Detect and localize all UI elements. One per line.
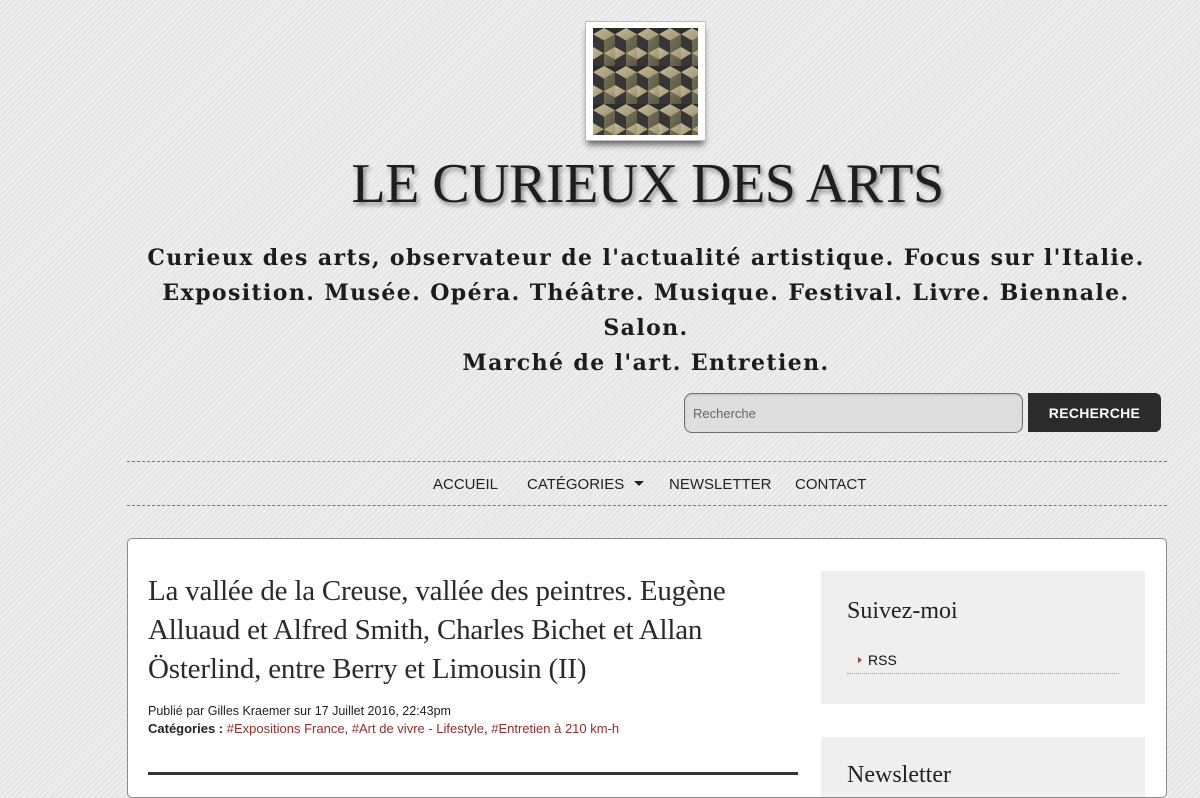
nav-item-newsletter[interactable]: NEWSLETTER xyxy=(669,476,772,493)
site-tagline: Curieux des arts, observateur de l'actua… xyxy=(147,245,1145,376)
post-meta: Publié par Gilles Kraemer sur 17 Juillet… xyxy=(148,704,451,718)
category-link-expositions-france[interactable]: #Expositions France xyxy=(227,721,345,736)
widget-newsletter: Newsletter xyxy=(821,737,1145,797)
site-logo[interactable] xyxy=(585,21,706,141)
widget-newsletter-title: Newsletter xyxy=(847,762,951,788)
search-button[interactable]: RECHERCHE xyxy=(1028,393,1161,432)
cube-pattern-logo xyxy=(593,28,698,135)
nav-item-categories-label: CATÉGORIES xyxy=(527,476,625,493)
search-input[interactable] xyxy=(684,393,1023,433)
nav-item-categories[interactable]: CATÉGORIES xyxy=(527,476,645,493)
nav-item-contact[interactable]: CONTACT xyxy=(795,476,866,493)
rss-link[interactable]: RSS xyxy=(868,652,897,668)
widget-follow: Suivez-moi RSS xyxy=(821,571,1145,704)
main-nav: ACCUEIL CATÉGORIES NEWSLETTER CONTACT xyxy=(127,461,1167,506)
site-title[interactable]: LE CURIEUX DES ARTS xyxy=(0,152,1200,216)
triangle-bullet-icon xyxy=(858,657,862,663)
post-categories: Catégories : #Expositions France, #Art d… xyxy=(148,721,620,736)
category-link-art-de-vivre[interactable]: #Art de vivre - Lifestyle xyxy=(352,721,484,736)
post-title[interactable]: La vallée de la Creuse, vallée des peint… xyxy=(148,572,788,689)
categories-label: Catégories : xyxy=(148,721,224,736)
list-item: RSS xyxy=(847,651,1119,674)
widget-follow-title: Suivez-moi xyxy=(847,598,958,624)
caret-down-icon xyxy=(634,481,645,486)
nav-item-accueil[interactable]: ACCUEIL xyxy=(433,476,498,493)
category-link-entretien[interactable]: #Entretien à 210 km-h xyxy=(491,721,619,736)
